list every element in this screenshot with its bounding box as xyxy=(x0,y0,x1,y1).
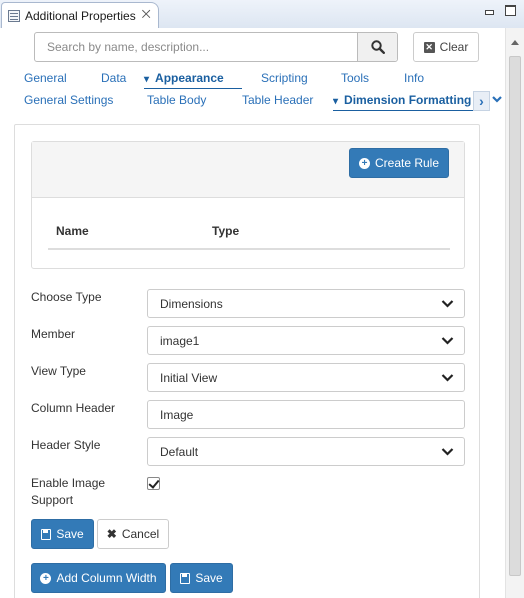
active-tab-underline xyxy=(144,88,242,89)
add-column-width-button[interactable]: + Add Column Width xyxy=(31,563,166,593)
save-icon xyxy=(180,572,191,584)
tab-general[interactable]: General xyxy=(24,71,67,85)
clear-icon: ✕ xyxy=(423,41,435,53)
choose-type-select[interactable]: Dimensions xyxy=(147,289,465,318)
clear-button[interactable]: ✕ Clear xyxy=(413,32,479,62)
search-box xyxy=(34,32,398,62)
chevron-down-icon xyxy=(441,448,454,456)
subtab-table-body[interactable]: Table Body xyxy=(147,93,206,107)
close-icon: ✖ xyxy=(106,527,117,541)
column-header-label: Column Header xyxy=(31,401,116,415)
rules-table: Name Type xyxy=(48,214,450,250)
tabs-menu-button[interactable] xyxy=(490,91,504,111)
tab-appearance[interactable]: ▾ Appearance xyxy=(144,71,224,85)
header-style-select[interactable]: Default xyxy=(147,437,465,466)
tab-appearance-label: Appearance xyxy=(155,71,224,85)
view-type-select[interactable]: Initial View xyxy=(147,363,465,392)
enable-image-support-checkbox[interactable] xyxy=(147,477,160,490)
subtab-dimension-formatting[interactable]: ▾ Dimension Formatting xyxy=(333,93,473,107)
search-button[interactable] xyxy=(357,33,397,61)
maximize-icon[interactable] xyxy=(505,5,516,16)
rules-header: + Create Rule xyxy=(32,142,464,198)
active-subtab-underline xyxy=(333,110,473,111)
column-header-name: Name xyxy=(56,224,89,238)
cancel-button[interactable]: ✖ Cancel xyxy=(97,519,169,549)
vertical-scrollbar[interactable] xyxy=(505,28,524,598)
chevron-down-icon xyxy=(441,300,454,308)
enable-image-support-label: Enable Image Support xyxy=(31,476,106,507)
choose-type-label: Choose Type xyxy=(31,290,102,304)
member-value: image1 xyxy=(160,333,200,348)
tab-data[interactable]: Data xyxy=(101,71,126,85)
clear-label: Clear xyxy=(439,40,469,54)
search-icon xyxy=(370,40,385,54)
save-column-width-button[interactable]: Save xyxy=(170,563,233,593)
scroll-up-arrow-icon[interactable] xyxy=(511,40,519,45)
chevron-down-icon xyxy=(492,96,502,103)
chevron-down-icon: ▾ xyxy=(333,96,339,107)
column-header-input[interactable] xyxy=(147,400,465,429)
save-column-width-label: Save xyxy=(195,571,223,585)
search-input[interactable] xyxy=(35,33,357,61)
view-tab-additional-properties[interactable]: Additional Properties ⨉ xyxy=(1,2,159,28)
rules-box: + Create Rule Name Type xyxy=(31,141,465,269)
choose-type-value: Dimensions xyxy=(160,296,223,311)
view-type-label: View Type xyxy=(31,364,86,378)
plus-circle-icon: + xyxy=(40,572,52,584)
tab-tools[interactable]: Tools xyxy=(341,71,369,85)
view-type-value: Initial View xyxy=(160,370,218,385)
save-label: Save xyxy=(56,527,84,541)
scrollbar-thumb[interactable] xyxy=(509,56,521,576)
subtab-general-settings[interactable]: General Settings xyxy=(24,93,113,107)
subtab-table-header[interactable]: Table Header xyxy=(242,93,313,107)
chevron-down-icon xyxy=(441,374,454,382)
window-controls xyxy=(484,5,516,16)
member-label: Member xyxy=(31,327,76,341)
chevron-right-icon: › xyxy=(479,93,484,109)
add-column-width-label: Add Column Width xyxy=(56,571,157,585)
member-select[interactable]: image1 xyxy=(147,326,465,355)
tab-scripting[interactable]: Scripting xyxy=(261,71,308,85)
cancel-label: Cancel xyxy=(121,527,160,541)
close-icon[interactable]: ⨉ xyxy=(142,9,151,22)
save-button[interactable]: Save xyxy=(31,519,94,549)
scroll-tabs-right-button[interactable]: › xyxy=(473,91,490,111)
header-style-label: Header Style xyxy=(31,438,101,452)
view-title: Additional Properties xyxy=(25,8,136,23)
dimension-formatting-panel: + Create Rule Name Type Choose Type Dime… xyxy=(14,124,480,598)
header-style-value: Default xyxy=(160,444,199,459)
minimize-icon[interactable] xyxy=(484,5,495,16)
plus-circle-icon: + xyxy=(358,157,370,169)
tab-info[interactable]: Info xyxy=(404,71,424,85)
create-rule-button[interactable]: + Create Rule xyxy=(349,148,449,178)
view-tab-bar: Additional Properties ⨉ xyxy=(0,0,524,28)
chevron-down-icon xyxy=(441,337,454,345)
column-header-type: Type xyxy=(212,224,240,238)
create-rule-label: Create Rule xyxy=(374,156,440,170)
properties-view-icon xyxy=(8,9,20,22)
subtab-dimension-formatting-label: Dimension Formatting xyxy=(344,93,472,107)
save-icon xyxy=(41,528,52,540)
chevron-down-icon: ▾ xyxy=(144,74,150,85)
